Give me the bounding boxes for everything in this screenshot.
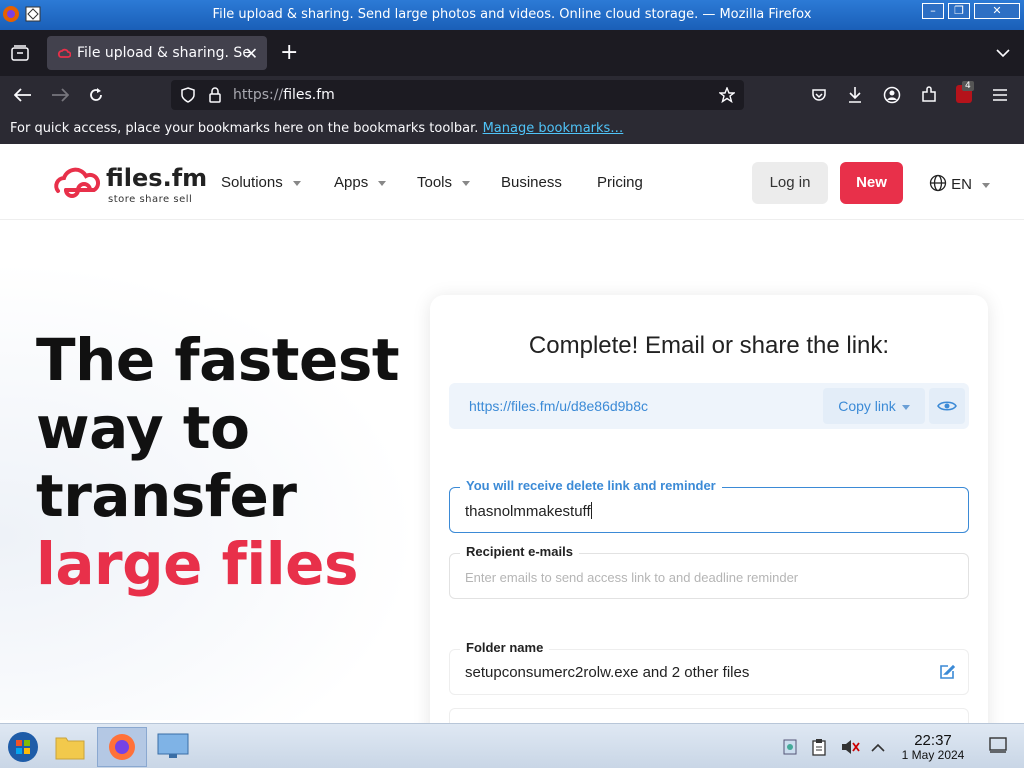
url-bar[interactable]: https://files.fm	[171, 80, 744, 110]
navigation-bar: https://files.fm 4	[0, 76, 1024, 114]
shield-icon[interactable]	[181, 87, 195, 103]
menu-icon[interactable]	[992, 88, 1008, 102]
chevron-down-icon	[292, 180, 301, 186]
windows-start-icon	[8, 732, 38, 762]
volume-muted-icon	[842, 740, 860, 754]
nav-tools[interactable]: Tools	[417, 174, 471, 191]
close-tab-icon[interactable]: ✕	[245, 44, 258, 63]
close-window-button[interactable]: ✕	[974, 3, 1020, 19]
forward-icon[interactable]	[51, 88, 69, 102]
folder-icon	[55, 737, 85, 760]
clipboard-icon	[812, 739, 826, 756]
network-tray-icon[interactable]	[781, 738, 799, 762]
tab-overview-icon[interactable]	[11, 45, 29, 61]
edit-icon[interactable]	[938, 663, 956, 681]
chevron-down-icon	[462, 180, 471, 186]
chevron-down-icon	[901, 404, 910, 410]
desktop-icon	[989, 737, 1007, 753]
site-header: files.fm store share sell Solutions Apps…	[0, 144, 1024, 220]
share-link[interactable]: https://files.fm/u/d8e86d9b8c	[469, 398, 648, 414]
extensions-icon[interactable]	[920, 86, 938, 104]
text-cursor	[590, 502, 592, 519]
share-card-title: Complete! Email or share the link:	[528, 332, 890, 359]
main-content: The fastest way to transfer large files …	[0, 220, 1024, 723]
share-link-box: https://files.fm/u/d8e86d9b8c Copy link	[449, 383, 969, 429]
folder-name-label: Folder name	[460, 640, 550, 655]
lock-icon[interactable]	[208, 87, 222, 103]
hero-heading: The fastest way to transfer large files	[36, 326, 400, 598]
preview-button[interactable]	[929, 388, 965, 424]
chevron-down-icon	[982, 182, 991, 188]
nav-business[interactable]: Business	[501, 174, 562, 191]
login-button[interactable]: Log in	[752, 162, 828, 204]
files-fm-favicon	[57, 48, 71, 58]
next-field[interactable]	[449, 708, 969, 723]
taskbar-control-panel[interactable]	[150, 727, 196, 767]
taskbar: 22:37 1 May 2024	[0, 723, 1024, 768]
recipient-emails-placeholder: Enter emails to send access link to and …	[465, 570, 799, 585]
folder-name-value: setupconsumerc2rolw.exe and 2 other file…	[465, 664, 750, 681]
nav-solutions[interactable]: Solutions	[221, 174, 301, 191]
owner-email-label: You will receive delete link and reminde…	[460, 478, 722, 493]
eye-icon	[937, 401, 957, 411]
chevron-down-icon	[378, 180, 387, 186]
chevron-up-icon	[871, 743, 885, 752]
owner-email-field[interactable]: You will receive delete link and reminde…	[449, 478, 969, 533]
window-titlebar: File upload & sharing. Send large photos…	[0, 0, 1024, 30]
downloads-icon[interactable]	[847, 86, 863, 104]
globe-icon	[929, 174, 947, 192]
back-icon[interactable]	[14, 88, 32, 102]
maximize-button[interactable]: ❐	[948, 3, 970, 19]
clipboard-tray-icon[interactable]	[811, 738, 827, 760]
show-hidden-icons[interactable]	[871, 738, 885, 757]
show-desktop-button[interactable]	[989, 736, 1007, 758]
logo-tagline: store share sell	[108, 194, 193, 205]
owner-email-value: thasnolmmakestuff	[465, 502, 592, 520]
cloud-logo-icon	[54, 167, 101, 198]
firefox-icon	[109, 734, 135, 760]
taskbar-clock[interactable]: 22:37 1 May 2024	[892, 733, 974, 763]
new-tab-icon[interactable]: +	[280, 40, 298, 65]
copy-link-button[interactable]: Copy link	[823, 388, 925, 424]
recipient-emails-label: Recipient e-mails	[460, 544, 579, 559]
new-button[interactable]: New	[840, 162, 903, 204]
taskbar-file-manager[interactable]	[47, 727, 93, 767]
bookmarks-message: For quick access, place your bookmarks h…	[10, 121, 624, 136]
browser-tab-active[interactable]: File upload & sharing. Se ✕	[47, 36, 267, 70]
folder-name-field[interactable]: Folder name setupconsumerc2rolw.exe and …	[449, 640, 969, 695]
reload-icon[interactable]	[88, 87, 104, 103]
account-icon[interactable]	[883, 86, 901, 104]
nav-apps[interactable]: Apps	[334, 174, 387, 191]
monitor-icon	[157, 733, 189, 758]
network-icon	[783, 739, 797, 755]
manage-bookmarks-link[interactable]: Manage bookmarks…	[483, 121, 624, 136]
recipient-emails-field[interactable]: Recipient e-mails Enter emails to send a…	[449, 544, 969, 599]
bookmarks-toolbar: For quick access, place your bookmarks h…	[0, 114, 1024, 144]
pocket-icon[interactable]	[811, 87, 827, 103]
volume-tray-icon[interactable]	[840, 738, 860, 760]
extension-badge: 4	[962, 81, 974, 91]
bookmark-star-icon[interactable]	[719, 87, 735, 103]
taskbar-firefox[interactable]	[97, 727, 147, 767]
list-all-tabs-icon[interactable]	[996, 48, 1010, 58]
share-card: Complete! Email or share the link: https…	[430, 295, 988, 723]
url-text: https://files.fm	[233, 87, 335, 103]
window-title: File upload & sharing. Send large photos…	[212, 7, 812, 22]
minimize-button[interactable]: –	[922, 3, 944, 19]
nav-pricing[interactable]: Pricing	[597, 174, 643, 191]
language-selector[interactable]: EN	[929, 174, 991, 193]
tab-strip: File upload & sharing. Se ✕ +	[0, 30, 1024, 76]
tab-title: File upload & sharing. Se	[77, 45, 251, 61]
logo-name: files.fm	[106, 164, 208, 192]
start-button[interactable]	[0, 727, 46, 767]
